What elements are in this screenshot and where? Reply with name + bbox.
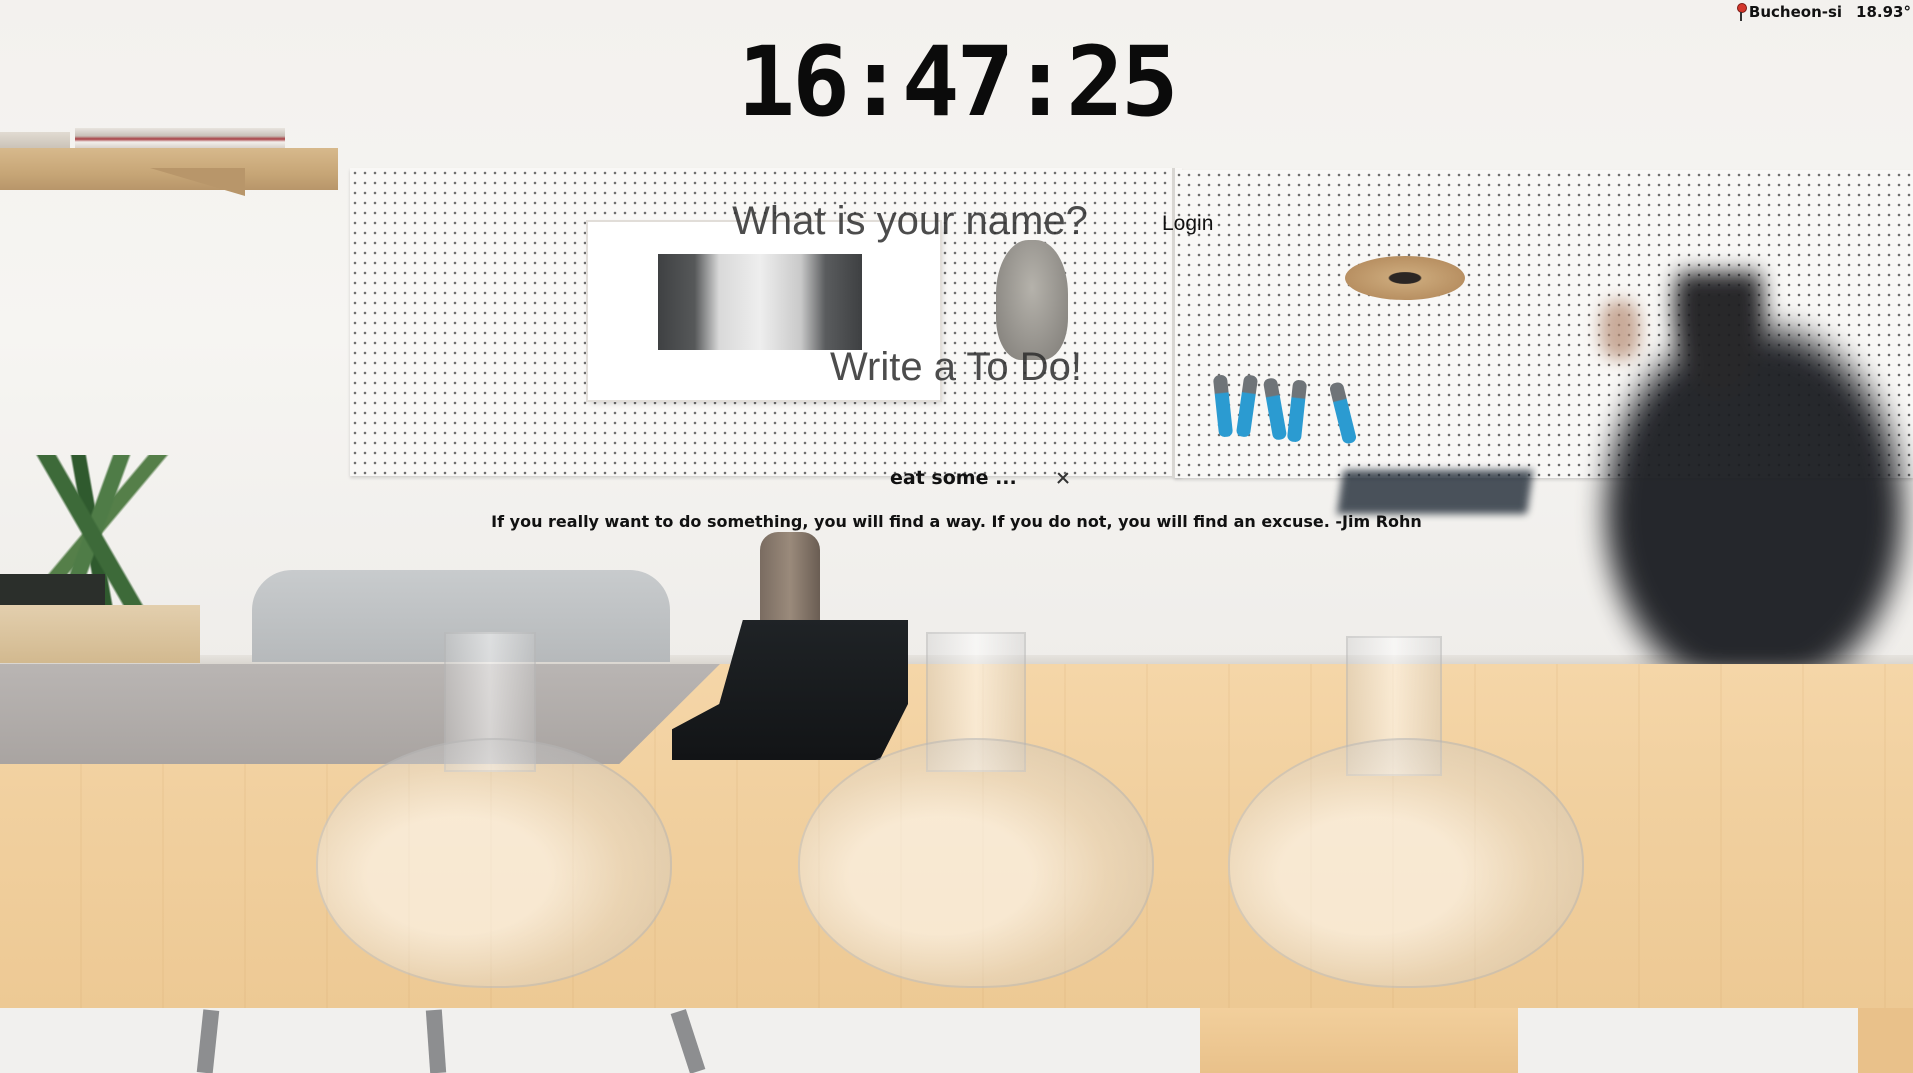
- table-leg-right: [1858, 1008, 1913, 1073]
- wooden-crate: [0, 605, 200, 663]
- close-icon[interactable]: [1053, 468, 1073, 488]
- flask-3: [1228, 738, 1584, 988]
- person-book: [1336, 470, 1534, 514]
- weather-city: Bucheon-si: [1748, 3, 1843, 21]
- todo-form: [756, 340, 1156, 396]
- todo-list: eat some ...: [890, 463, 1073, 493]
- todo-item: eat some ...: [890, 463, 1073, 493]
- flask-2: [798, 738, 1154, 988]
- login-button[interactable]: Login: [1162, 212, 1213, 236]
- floor: [0, 1008, 1913, 1073]
- table-leg: [1200, 1008, 1518, 1073]
- map-pin-icon: [1735, 2, 1747, 22]
- rope-coil: [1345, 256, 1465, 300]
- flask-1: [316, 738, 672, 988]
- todo-item-text: eat some ...: [890, 467, 1017, 489]
- momentum-app: Bucheon-si 18.93° 16:47:25 Login eat som…: [0, 0, 1913, 1073]
- framed-artwork: [658, 254, 862, 350]
- clock: 16:47:25: [737, 26, 1178, 138]
- name-input[interactable]: [720, 196, 1100, 246]
- cutting-mat: [0, 664, 720, 764]
- person-face: [1600, 300, 1640, 360]
- login-form: Login: [720, 196, 1220, 248]
- weather-temperature: 18.93°: [1856, 3, 1911, 21]
- quote: If you really want to do something, you …: [491, 512, 1422, 531]
- todo-input[interactable]: [756, 340, 1156, 394]
- weather-widget: Bucheon-si 18.93°: [1735, 2, 1913, 22]
